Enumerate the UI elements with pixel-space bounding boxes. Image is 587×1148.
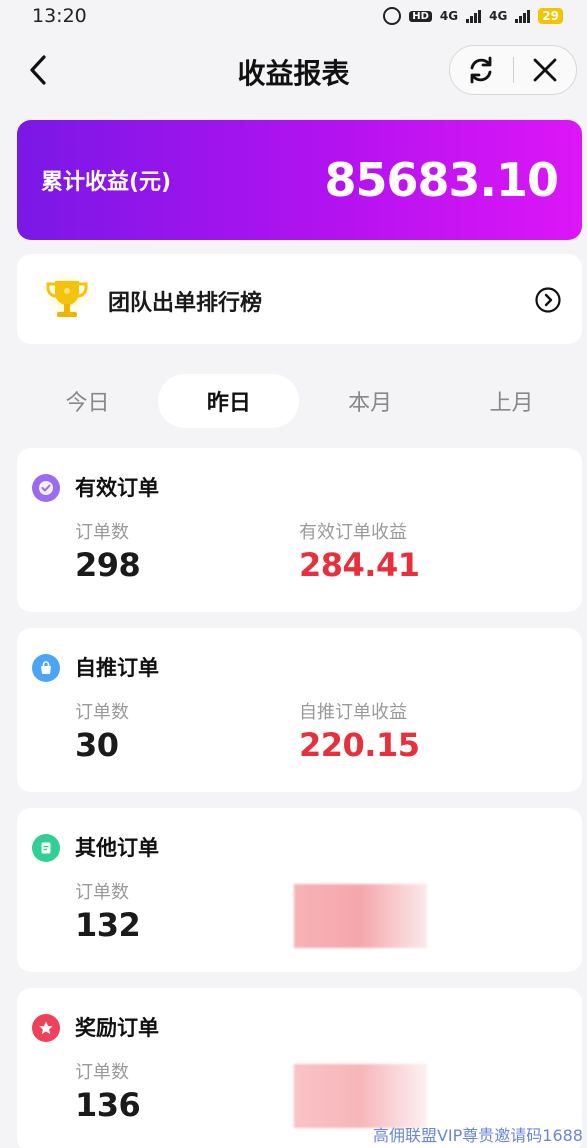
star-icon: [32, 1014, 60, 1042]
trophy-icon: [39, 271, 95, 325]
total-earnings-card: 累计收益(元) 85683.10: [17, 120, 582, 240]
chevron-right-circle-icon: [535, 287, 561, 313]
effective-orders-card: 有效订单 订单数 有效订单收益 298 284.41: [17, 448, 582, 612]
status-icons: HD 4G 4G 29: [383, 7, 563, 25]
order-income-label: 自推订单收益: [299, 702, 407, 723]
period-tabs: 今日 昨日 本月 上月: [17, 374, 582, 428]
tab-today[interactable]: 今日: [17, 374, 158, 428]
tab-last-month[interactable]: 上月: [441, 374, 582, 428]
order-title: 其他订单: [75, 836, 159, 860]
capsule-menu: [449, 45, 577, 95]
order-count-label: 订单数: [75, 522, 129, 543]
refresh-button[interactable]: [450, 46, 513, 94]
order-title: 自推订单: [75, 656, 159, 680]
watermark-text: 高佣联盟VIP尊贵邀请码1688: [372, 1126, 583, 1145]
tab-yesterday[interactable]: 昨日: [158, 374, 300, 428]
check-badge-icon: [32, 474, 60, 502]
order-count-label: 订单数: [75, 702, 129, 723]
battery-icon: 29: [538, 8, 563, 24]
close-button[interactable]: [514, 46, 577, 94]
team-ranking-card[interactable]: 团队出单排行榜: [17, 254, 582, 344]
total-earnings-label: 累计收益(元): [41, 170, 172, 195]
status-bar: 13:20 HD 4G 4G 29: [0, 0, 587, 32]
order-income-value: 284.41: [299, 546, 420, 584]
signal-icon: [466, 9, 482, 23]
order-count-value: 132: [75, 906, 141, 944]
order-income-label: 有效订单收益: [299, 522, 407, 543]
order-title: 奖励订单: [75, 1016, 159, 1040]
hd-icon: HD: [409, 10, 432, 22]
refresh-icon: [470, 56, 492, 84]
signal-icon: [515, 9, 531, 23]
bag-icon: [32, 654, 60, 682]
order-title: 有效订单: [75, 476, 159, 500]
status-time: 13:20: [32, 5, 87, 27]
network-label-2: 4G: [489, 9, 508, 23]
total-earnings-value: 85683.10: [324, 153, 559, 207]
order-count-value: 298: [75, 546, 141, 584]
nav-bar: 收益报表: [0, 38, 587, 104]
network-label-1: 4G: [439, 9, 459, 23]
order-count-value: 30: [75, 726, 119, 764]
alarm-icon: [383, 7, 402, 25]
close-icon: [533, 58, 557, 82]
order-count-label: 订单数: [75, 882, 129, 903]
redacted-income: [294, 1064, 427, 1128]
tab-this-month[interactable]: 本月: [300, 374, 441, 428]
order-count-value: 136: [75, 1086, 141, 1124]
other-orders-card: 其他订单 订单数 132: [17, 808, 582, 972]
order-income-value: 220.15: [299, 726, 420, 764]
document-icon: [32, 834, 60, 862]
order-count-label: 订单数: [75, 1062, 129, 1083]
self-orders-card: 自推订单 订单数 自推订单收益 30 220.15: [17, 628, 582, 792]
redacted-income: [294, 884, 427, 948]
team-ranking-label: 团队出单排行榜: [108, 291, 263, 316]
